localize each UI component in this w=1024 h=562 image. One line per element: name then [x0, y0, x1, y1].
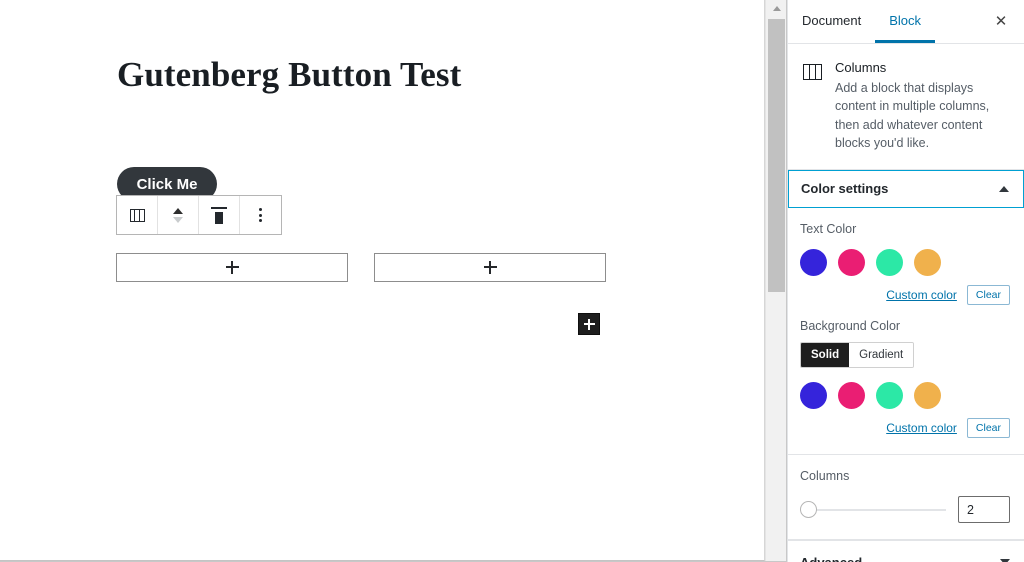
- background-color-clear-button[interactable]: Clear: [966, 418, 1010, 439]
- background-color-mode-toggle: Solid Gradient: [800, 341, 915, 369]
- vertical-align-top-button[interactable]: [199, 196, 240, 234]
- background-color-swatch-pink[interactable]: [838, 382, 865, 410]
- block-type-columns-button[interactable]: [117, 196, 158, 234]
- color-settings-title: Color settings: [801, 181, 889, 196]
- text-color-label: Text Color: [800, 221, 857, 236]
- scrollbar-thumb[interactable]: [768, 19, 785, 292]
- settings-sidebar: Document Block ✕ Columns Add a block tha…: [787, 0, 1024, 562]
- column-appender-2[interactable]: [374, 253, 606, 282]
- chevron-up-icon: [999, 185, 1009, 192]
- text-color-clear-button[interactable]: Clear: [966, 284, 1010, 305]
- text-color-swatches: [800, 248, 1010, 276]
- background-color-swatch-amber[interactable]: [914, 382, 941, 410]
- plus-icon: [483, 261, 497, 274]
- close-sidebar-button[interactable]: ✕: [986, 6, 1016, 36]
- column-appender-1[interactable]: [116, 253, 348, 282]
- more-options-button[interactable]: [240, 196, 281, 234]
- columns-control-label: Columns: [800, 469, 850, 484]
- slider-thumb[interactable]: [800, 501, 817, 519]
- advanced-title: Advanced: [800, 555, 862, 562]
- background-color-swatch-violet[interactable]: [800, 382, 827, 410]
- editor-canvas-area: Gutenberg Button Test Click Me: [0, 0, 787, 562]
- block-mover[interactable]: [158, 196, 199, 234]
- background-mode-solid[interactable]: Solid: [801, 342, 850, 368]
- align-top-icon: [211, 206, 227, 224]
- editor-canvas[interactable]: Gutenberg Button Test Click Me: [0, 0, 765, 561]
- color-settings-panel-header[interactable]: Color settings: [788, 169, 1024, 208]
- plus-icon: [225, 261, 239, 274]
- sidebar-tabs: Document Block ✕: [788, 0, 1024, 44]
- slider-rail: [800, 508, 946, 511]
- columns-slider[interactable]: [800, 501, 946, 519]
- text-color-swatch-pink[interactable]: [838, 248, 865, 276]
- columns-icon: [129, 208, 145, 222]
- scroll-up-arrow-icon[interactable]: [766, 0, 786, 17]
- tab-document[interactable]: Document: [788, 0, 875, 43]
- text-color-swatch-violet[interactable]: [800, 248, 827, 276]
- background-mode-gradient[interactable]: Gradient: [849, 342, 914, 368]
- page-title[interactable]: Gutenberg Button Test: [117, 55, 461, 95]
- background-color-swatch-green[interactable]: [876, 382, 903, 410]
- text-color-swatch-green[interactable]: [876, 248, 903, 276]
- block-toolbar: [116, 195, 282, 235]
- columns-range-row: [800, 496, 1010, 524]
- gutenberg-editor: Gutenberg Button Test Click Me Document …: [0, 0, 1024, 562]
- chevron-down-icon[interactable]: [173, 216, 183, 223]
- block-inserter-button[interactable]: [578, 313, 600, 335]
- tab-block[interactable]: Block: [875, 0, 936, 43]
- background-color-swatches: [800, 382, 1010, 410]
- advanced-panel-header[interactable]: Advanced: [788, 540, 1024, 562]
- block-card-icon: [800, 60, 824, 84]
- text-color-swatch-amber[interactable]: [914, 248, 941, 276]
- kebab-menu-icon: [259, 208, 262, 222]
- background-color-actions: Custom color Clear: [800, 418, 1010, 439]
- color-settings-panel-body: Text Color Custom color Clear Background…: [788, 208, 1024, 456]
- block-card-description: Add a block that displays content in mul…: [835, 81, 990, 151]
- canvas-scrollbar[interactable]: [765, 0, 786, 561]
- text-color-actions: Custom color Clear: [800, 284, 1010, 305]
- columns-control-panel: Columns: [788, 455, 1024, 541]
- block-card-title: Columns: [835, 60, 887, 75]
- background-color-label: Background Color: [800, 318, 901, 333]
- text-custom-color-link[interactable]: Custom color: [886, 288, 957, 302]
- plus-icon: [583, 318, 595, 330]
- columns-icon: [802, 64, 822, 80]
- background-custom-color-link[interactable]: Custom color: [886, 421, 957, 435]
- block-card: Columns Add a block that displays conten…: [788, 44, 1024, 170]
- chevron-up-icon[interactable]: [173, 207, 183, 214]
- columns-number-input[interactable]: [958, 496, 1010, 524]
